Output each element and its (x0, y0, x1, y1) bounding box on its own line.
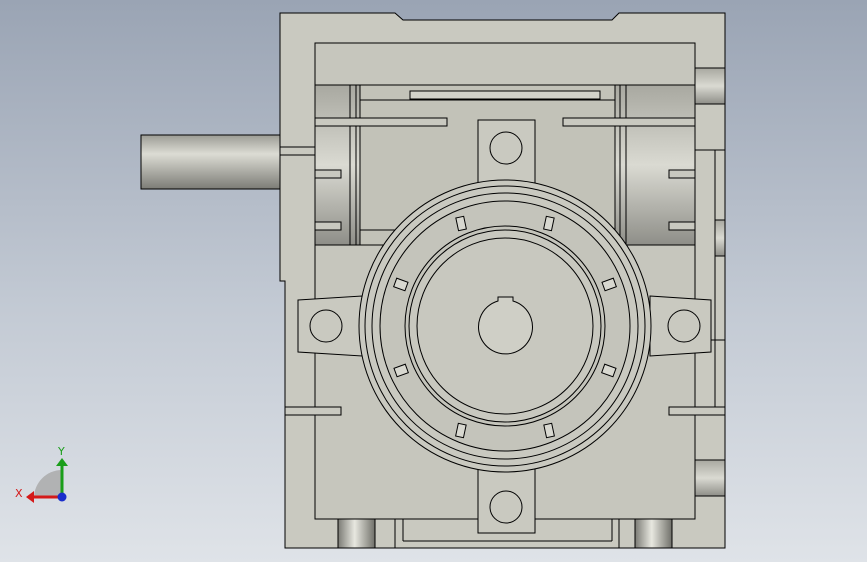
right-boss-mid (714, 219, 726, 257)
gearbox-model (140, 12, 726, 549)
cad-viewport[interactable]: Y X (0, 0, 867, 562)
z-axis-dot (57, 492, 67, 502)
axis-triad: Y X (15, 445, 68, 503)
bottom-pin-right (634, 518, 673, 549)
bottom-ear-hole (489, 490, 523, 524)
input-shaft (140, 134, 282, 190)
x-axis-label: X (15, 487, 23, 500)
top-ear-hole (489, 131, 523, 165)
right-ear-hole (667, 309, 701, 343)
triad-plane-shading (34, 470, 62, 498)
bottom-pin-left (337, 518, 376, 549)
right-boss-top (694, 67, 726, 105)
left-ear-hole (309, 309, 343, 343)
worm-right-cap (614, 84, 696, 246)
worm-left-cap (314, 84, 361, 246)
y-axis-label: Y (57, 445, 65, 458)
right-boss-bottom (694, 459, 726, 497)
